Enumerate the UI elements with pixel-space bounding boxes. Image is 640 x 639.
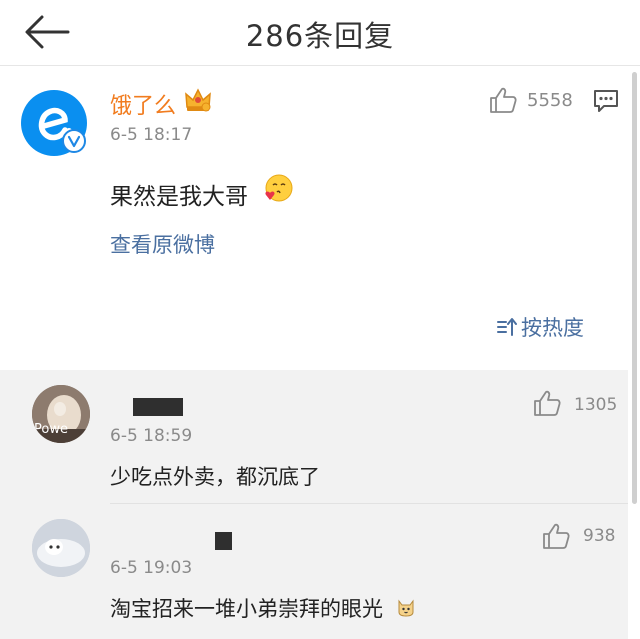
list-item[interactable]: 6-5 19:03 938 淘宝招来一堆小弟崇拜的眼光 bbox=[0, 504, 628, 639]
view-original-link[interactable]: 查看原微博 bbox=[110, 229, 215, 259]
reply-time: 6-5 18:59 bbox=[110, 426, 193, 446]
like-count: 1305 bbox=[574, 395, 618, 415]
main-comment: 饿了么 6-5 18:17 5558 果然是我大哥 查看原微博 按热度 bbox=[0, 67, 628, 369]
reply-list: Powe 6-5 18:59 1305 少吃点外卖，都沉底了 6-5 19:03 bbox=[0, 370, 628, 639]
redacted-username bbox=[133, 398, 183, 416]
like-button[interactable] bbox=[541, 522, 571, 550]
thumbs-up-icon bbox=[534, 390, 561, 416]
like-button[interactable] bbox=[488, 86, 518, 114]
page-title: 286条回复 bbox=[245, 19, 395, 53]
like-count: 5558 bbox=[527, 90, 573, 111]
crown-icon bbox=[184, 87, 212, 113]
top-bar: 286条回复 bbox=[0, 0, 640, 66]
sort-label: 按热度 bbox=[521, 316, 584, 340]
comment-text: 少吃点外卖，都沉底了 bbox=[110, 465, 320, 489]
author-name[interactable]: 饿了么 bbox=[110, 88, 176, 120]
avatar[interactable] bbox=[32, 519, 90, 577]
comment-text: 淘宝招来一堆小弟崇拜的眼光 bbox=[110, 597, 383, 621]
redacted-username bbox=[215, 532, 232, 550]
list-item[interactable]: Powe 6-5 18:59 1305 少吃点外卖，都沉底了 bbox=[0, 370, 628, 504]
like-button[interactable] bbox=[532, 389, 562, 417]
kiss-face-emoji bbox=[262, 173, 294, 205]
comment-icon[interactable] bbox=[592, 88, 620, 114]
reply-time: 6-5 19:03 bbox=[110, 558, 193, 578]
cat-face-emoji bbox=[396, 597, 416, 617]
avatar[interactable]: Powe bbox=[32, 385, 90, 443]
thumbs-up-icon bbox=[490, 87, 517, 113]
like-count: 938 bbox=[583, 526, 616, 546]
sort-icon bbox=[497, 318, 517, 336]
avatar-watermark: Powe bbox=[34, 422, 68, 437]
post-time: 6-5 18:17 bbox=[110, 125, 193, 145]
verified-v-icon bbox=[62, 129, 86, 153]
scrollbar[interactable] bbox=[632, 72, 637, 504]
thumbs-up-icon bbox=[543, 523, 570, 549]
comment-text: 果然是我大哥 bbox=[110, 184, 248, 210]
